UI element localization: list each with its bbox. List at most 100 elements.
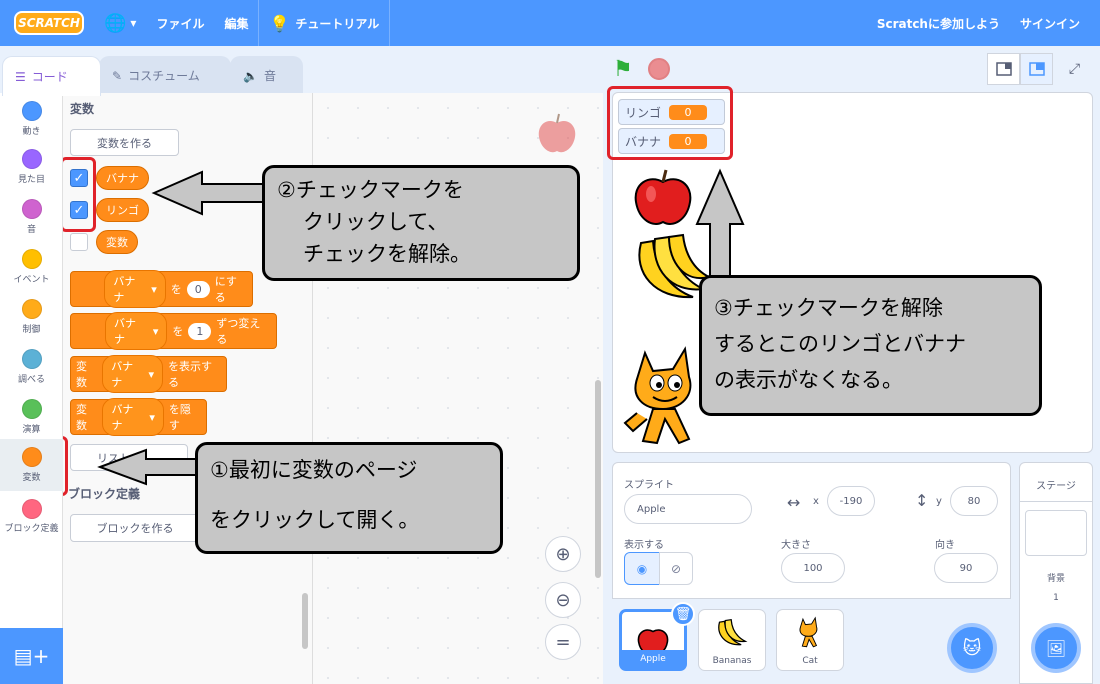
- category-label: 見た目: [17, 175, 45, 185]
- choose-sprite-button[interactable]: 🐱: [947, 623, 997, 673]
- x-field[interactable]: -190: [827, 486, 875, 516]
- language-menu[interactable]: 🌐 ▾: [94, 0, 146, 46]
- edit-menu[interactable]: 編集: [214, 0, 258, 46]
- variable-dropdown[interactable]: バナナ ▾: [104, 312, 168, 350]
- tab-costumes[interactable]: ✎ コスチューム: [99, 56, 231, 94]
- arrow-to-variables: [97, 448, 199, 486]
- category-menu: 動き 見た目 音 イベント 制御 調べる 演算 変数 ブロック定義: [0, 93, 63, 684]
- category-motion[interactable]: 動き: [0, 97, 63, 145]
- category-label: 変数: [22, 473, 41, 483]
- highlight-monitors: [607, 86, 733, 160]
- fullscreen-button[interactable]: ⤢: [1058, 53, 1091, 85]
- variable-reporter-apple[interactable]: リンゴ: [96, 198, 149, 222]
- dropdown-label: バナナ: [113, 275, 136, 304]
- extension-icon: ▤+: [13, 644, 50, 668]
- green-flag-icon[interactable]: ⚑: [613, 57, 641, 82]
- category-looks[interactable]: 見た目: [0, 147, 63, 195]
- category-control[interactable]: 制御: [0, 297, 63, 345]
- variable-dropdown[interactable]: バナナ ▾: [102, 355, 164, 393]
- tab-code-label: コード: [31, 70, 68, 84]
- fullscreen-icon: ⤢: [1068, 61, 1081, 77]
- callout-line: の表示がなくなる。: [714, 368, 903, 392]
- show-visible-button[interactable]: ◉: [624, 552, 660, 585]
- show-hidden-button[interactable]: ⊘: [659, 552, 693, 585]
- hide-variable-block[interactable]: 変数 バナナ ▾ を隠す: [70, 398, 207, 436]
- choose-backdrop-button[interactable]: 🖼: [1031, 623, 1081, 673]
- backdrop-thumbnail[interactable]: [1025, 510, 1087, 556]
- category-sensing[interactable]: 調べる: [0, 347, 63, 395]
- variable-checkbox-variable[interactable]: [70, 233, 88, 251]
- zoom-out-button[interactable]: ⊖: [545, 582, 581, 618]
- category-dot: [21, 299, 42, 319]
- category-sound[interactable]: 音: [0, 197, 63, 245]
- arrow-to-monitors: [695, 168, 745, 279]
- set-variable-block[interactable]: バナナ ▾ を 0 にする: [70, 270, 253, 308]
- callout-line: ①最初に変数のページ: [210, 458, 418, 482]
- variable-dropdown[interactable]: バナナ ▾: [102, 398, 164, 436]
- backdrops-count: 1: [1053, 593, 1059, 603]
- tab-costumes-label: コスチューム: [128, 69, 200, 83]
- category-variables[interactable]: 変数: [0, 439, 63, 491]
- menu-divider: [389, 0, 391, 46]
- highlight-checkboxes: [60, 157, 96, 232]
- eye-slash-icon: ⊘: [670, 561, 682, 576]
- category-label: 制御: [22, 325, 41, 335]
- signin-link[interactable]: サインイン: [1010, 0, 1090, 46]
- block-text: を隠す: [168, 403, 191, 432]
- make-block-button[interactable]: ブロックを作る: [70, 514, 200, 542]
- vertical-scrollbar-secondary[interactable]: [302, 593, 308, 649]
- sprite-tile-bananas[interactable]: Bananas: [698, 609, 766, 671]
- stage-selector[interactable]: ステージ 背景 1 🖼: [1019, 462, 1093, 684]
- category-operators[interactable]: 演算: [0, 397, 63, 445]
- direction-field[interactable]: 90: [934, 553, 998, 583]
- callout-step-1: ①最初に変数のページ をクリックして開く。: [195, 442, 503, 554]
- eye-icon: ◉: [636, 561, 648, 576]
- change-variable-block[interactable]: バナナ ▾ を 1 ずつ変える: [70, 312, 277, 350]
- tab-sounds[interactable]: 🔈 音: [230, 56, 303, 94]
- y-label: y: [936, 496, 942, 507]
- variable-reporter-variable[interactable]: 変数: [96, 230, 138, 254]
- block-text: にする: [214, 275, 237, 304]
- make-variable-button[interactable]: 変数を作る: [70, 129, 179, 156]
- chevron-down-icon: ▾: [148, 367, 155, 381]
- category-dot: [21, 249, 42, 269]
- category-label: イベント: [13, 275, 50, 285]
- sprite-tile-cat[interactable]: Cat: [776, 609, 844, 671]
- apple-sprite[interactable]: [631, 168, 695, 228]
- join-link[interactable]: Scratchに参加しよう: [867, 0, 1010, 46]
- variable-reporter-banana[interactable]: バナナ: [96, 166, 149, 190]
- block-text: を: [172, 325, 184, 338]
- category-events[interactable]: イベント: [0, 247, 63, 295]
- variable-dropdown[interactable]: バナナ ▾: [104, 270, 166, 308]
- show-variable-block[interactable]: 変数 バナナ ▾ を表示する: [70, 355, 227, 393]
- dropdown-label: バナナ: [111, 360, 134, 389]
- sprite-name-field[interactable]: Apple: [624, 494, 752, 524]
- add-extension-button[interactable]: ▤+: [0, 628, 63, 684]
- block-text: を: [170, 283, 182, 296]
- file-menu[interactable]: ファイル: [146, 0, 214, 46]
- category-my-blocks[interactable]: ブロック定義: [0, 497, 63, 553]
- block-text: 変数: [76, 403, 87, 432]
- normal-stage-icon: [1028, 62, 1045, 76]
- callout-line: クリックして、: [303, 210, 449, 234]
- tutorial-menu[interactable]: 💡 チュートリアル: [259, 0, 389, 46]
- cat-add-icon: 🐱: [962, 637, 982, 659]
- scratch-logo[interactable]: SCRATCH: [14, 11, 84, 35]
- zoom-in-button[interactable]: ⊕: [545, 536, 581, 572]
- value-input[interactable]: 0: [186, 280, 210, 298]
- delete-sprite-button[interactable]: 🗑: [671, 602, 695, 626]
- stop-icon[interactable]: [648, 58, 670, 80]
- sprite-watermark: [533, 111, 581, 162]
- size-field[interactable]: 100: [781, 553, 845, 583]
- zoom-reset-button[interactable]: =: [545, 624, 581, 660]
- value-input[interactable]: 1: [188, 322, 212, 340]
- vertical-scrollbar[interactable]: [595, 380, 601, 578]
- normal-stage-button[interactable]: [1020, 53, 1053, 85]
- small-stage-button[interactable]: [987, 53, 1020, 85]
- callout-line: するとこのリンゴとバナナ: [714, 332, 966, 356]
- category-label: ブロック定義: [4, 524, 59, 534]
- y-field[interactable]: 80: [950, 486, 998, 516]
- chevron-down-icon: ▾: [130, 16, 137, 30]
- sprite-list: Apple 🗑 Bananas Cat 🐱: [612, 598, 1011, 684]
- tab-code[interactable]: ☰ コード: [2, 56, 101, 96]
